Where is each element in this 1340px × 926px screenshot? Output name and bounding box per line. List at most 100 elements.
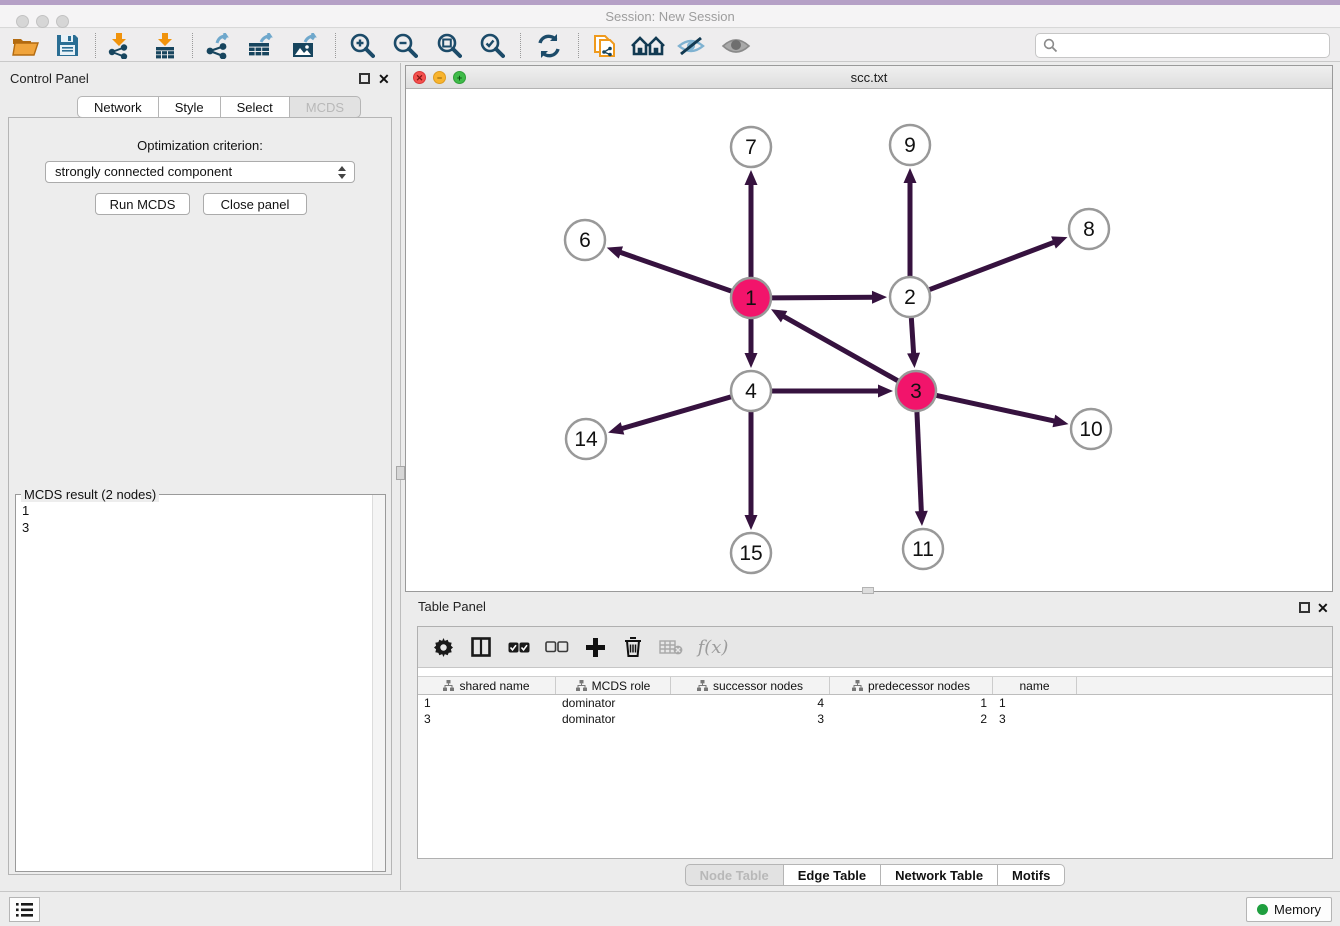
table-function-builder-button[interactable]: f(x): [690, 632, 736, 662]
column-header-name[interactable]: name: [993, 677, 1077, 694]
refresh-button[interactable]: [532, 32, 566, 59]
edge-2-8[interactable]: [930, 241, 1057, 289]
table-cell[interactable]: 3: [671, 711, 830, 727]
column-header-successor-nodes[interactable]: successor nodes: [671, 677, 830, 694]
edge-1-6[interactable]: [618, 252, 731, 292]
run-mcds-button[interactable]: Run MCDS: [95, 193, 190, 215]
edge-4-14[interactable]: [620, 397, 731, 429]
table-row[interactable]: 1dominator411: [418, 695, 1332, 711]
mcds-result-scrollbar[interactable]: [372, 495, 385, 871]
edge-3-1[interactable]: [781, 315, 897, 381]
show-graphics-details-button[interactable]: [719, 32, 753, 59]
table-cell[interactable]: 1: [418, 695, 556, 711]
graph-node-label: 4: [745, 380, 757, 403]
export-image-button[interactable]: [288, 32, 322, 59]
application-window: Session: New Session: [0, 0, 1340, 926]
memory-status-icon: [1257, 904, 1268, 915]
edge-arrowhead: [1052, 415, 1068, 428]
table-select-all-button[interactable]: [500, 632, 538, 662]
table-add-column-button[interactable]: [576, 632, 614, 662]
control-tab-style[interactable]: Style: [159, 96, 221, 118]
control-panel-float-button[interactable]: [359, 73, 370, 84]
window-titlebar: Session: New Session: [0, 5, 1340, 28]
memory-label: Memory: [1274, 902, 1321, 917]
table-split-view-button[interactable]: [462, 632, 500, 662]
edge-3-10[interactable]: [937, 395, 1057, 421]
task-history-button[interactable]: [9, 897, 40, 922]
search-icon: [1043, 38, 1058, 53]
node-table-frame: f(x) shared nameMCDS rolesuccessor nodes…: [417, 626, 1333, 859]
optimization-criterion-select[interactable]: strongly connected component: [45, 161, 355, 183]
search-input[interactable]: [1063, 38, 1329, 53]
edge-arrowhead: [915, 511, 928, 526]
table-panel-close-button[interactable]: ✕: [1317, 600, 1329, 617]
network-window-titlebar[interactable]: ✕ − + scc.txt: [406, 66, 1332, 89]
table-cell[interactable]: 1: [993, 695, 1077, 711]
edge-2-3[interactable]: [911, 318, 913, 356]
horizontal-splitter-handle[interactable]: [862, 587, 874, 594]
control-tab-network[interactable]: Network: [77, 96, 159, 118]
attribute-tree-icon: [852, 680, 863, 691]
home-button[interactable]: [631, 32, 665, 59]
edge-1-2[interactable]: [772, 297, 875, 298]
clone-network-button[interactable]: [588, 32, 622, 59]
export-table-button[interactable]: [244, 32, 278, 59]
import-table-button[interactable]: [148, 32, 182, 59]
toolbar-separator: [95, 33, 96, 58]
node-table[interactable]: shared nameMCDS rolesuccessor nodesprede…: [418, 676, 1332, 727]
open-session-button[interactable]: [8, 32, 42, 59]
import-network-button[interactable]: [102, 32, 136, 59]
column-header-predecessor-nodes[interactable]: predecessor nodes: [830, 677, 993, 694]
table-cell[interactable]: dominator: [556, 711, 671, 727]
table-tab-motifs[interactable]: Motifs: [998, 864, 1065, 886]
table-cell[interactable]: 2: [830, 711, 993, 727]
control-tab-mcds[interactable]: MCDS: [290, 96, 361, 118]
table-tab-node-table[interactable]: Node Table: [685, 864, 784, 886]
import-network-icon: [107, 33, 131, 59]
zoom-out-button[interactable]: [388, 32, 422, 59]
table-settings-button[interactable]: [424, 632, 462, 662]
save-session-button[interactable]: [50, 32, 84, 59]
vertical-splitter-handle[interactable]: [396, 466, 405, 480]
memory-button[interactable]: Memory: [1246, 897, 1332, 922]
table-cell[interactable]: dominator: [556, 695, 671, 711]
graph-node-label: 10: [1079, 418, 1102, 441]
table-cell[interactable]: 3: [993, 711, 1077, 727]
zoom-fit-icon: [436, 33, 462, 59]
close-panel-button[interactable]: Close panel: [203, 193, 307, 215]
table-tabs: Node TableEdge TableNetwork TableMotifs: [417, 864, 1333, 886]
export-table-icon: [247, 33, 275, 59]
table-deselect-all-button[interactable]: [538, 632, 576, 662]
table-row[interactable]: 3dominator323: [418, 711, 1332, 727]
table-delete-table-button[interactable]: [652, 632, 690, 662]
hide-graphics-details-button[interactable]: [674, 32, 708, 59]
edge-arrowhead: [608, 422, 624, 434]
edge-3-11[interactable]: [917, 412, 922, 514]
graph-node-label: 14: [574, 428, 598, 451]
table-cell[interactable]: 1: [830, 695, 993, 711]
zoom-fit-button[interactable]: [432, 32, 466, 59]
table-body: 1dominator4113dominator323: [418, 695, 1332, 727]
mcds-result-text[interactable]: 1 3: [16, 497, 372, 871]
search-field[interactable]: [1035, 33, 1330, 58]
table-tab-network-table[interactable]: Network Table: [881, 864, 998, 886]
control-panel-close-button[interactable]: ✕: [378, 71, 390, 88]
table-delete-column-button[interactable]: [614, 632, 652, 662]
column-header-MCDS-role[interactable]: MCDS role: [556, 677, 671, 694]
edge-arrowhead: [745, 353, 758, 368]
eye-slash-icon: [677, 35, 705, 57]
refresh-icon: [536, 33, 562, 59]
main-toolbar: [0, 29, 1340, 62]
table-cell[interactable]: 4: [671, 695, 830, 711]
column-header-shared-name[interactable]: shared name: [418, 677, 556, 694]
table-cell[interactable]: 3: [418, 711, 556, 727]
network-canvas[interactable]: 7968124314101511: [406, 89, 1332, 591]
export-network-button[interactable]: [201, 32, 235, 59]
control-tab-select[interactable]: Select: [221, 96, 290, 118]
table-panel-float-button[interactable]: [1299, 602, 1310, 613]
unchecked-boxes-icon: [545, 641, 569, 653]
table-tab-edge-table[interactable]: Edge Table: [784, 864, 881, 886]
zoom-in-button[interactable]: [345, 32, 379, 59]
zoom-selected-button[interactable]: [475, 32, 509, 59]
list-icon: [16, 903, 33, 917]
